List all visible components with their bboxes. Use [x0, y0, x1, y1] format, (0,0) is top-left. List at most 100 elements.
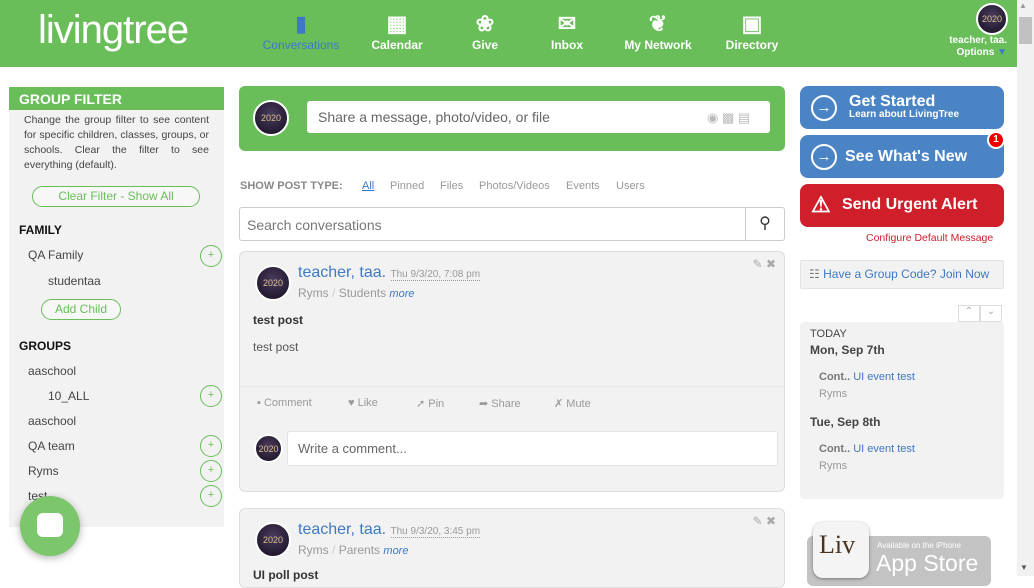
nav-label: Directory [725, 38, 779, 52]
top-nav-bar: livingtree ▮ Conversations ▦ Calendar ❀ Giv… [0, 0, 1017, 67]
post-card: 2020 teacher, taa. Thu 9/3/20, 7:08 pm R… [239, 251, 785, 492]
hierarchy-icon: ☷ [809, 267, 820, 281]
join-group-link[interactable]: ☷ Have a Group Code? Join Now [800, 260, 1004, 289]
add-button[interactable]: + [200, 460, 222, 482]
post-type-label: SHOW POST TYPE: [240, 180, 343, 192]
event-group: Ryms [819, 388, 848, 400]
event-day: Mon, Sep 7th [810, 343, 885, 357]
file-icon[interactable]: ▤ [738, 110, 750, 125]
search-button[interactable]: ⚲ [745, 207, 785, 241]
notification-badge: 1 [987, 131, 1005, 149]
user-menu[interactable]: teacher, taa. Options ▼ [949, 35, 1007, 59]
group-item[interactable]: aaschool [28, 414, 76, 428]
post-audience: Parents [338, 543, 381, 557]
group-item[interactable]: aaschool [28, 364, 76, 378]
action-label: Like [357, 397, 378, 409]
event-prefix: Cont.. [819, 443, 851, 455]
chat-launcher-button[interactable] [20, 496, 80, 556]
chat-icon: ▮ [294, 11, 308, 36]
comment-icon: ▪ [257, 397, 261, 409]
like-action[interactable]: ♥ Like [348, 397, 378, 409]
attach-icons[interactable]: ◉ ▩ ▤ [707, 110, 750, 126]
page-scrollbar[interactable]: ▲ ▼ [1017, 0, 1034, 576]
options-link[interactable]: Options [957, 47, 995, 58]
close-icon[interactable]: ✖ [766, 257, 776, 271]
today-label: TODAY [810, 328, 847, 340]
add-button[interactable]: + [200, 435, 222, 457]
chat-bubble-icon [37, 513, 63, 537]
share-input[interactable]: Share a message, photo/video, or file [307, 101, 770, 133]
livingtree-logo[interactable]: livingtree [38, 8, 189, 53]
nav-directory[interactable]: ▣ Directory [707, 10, 797, 52]
family-item[interactable]: QA Family [28, 248, 83, 262]
more-link[interactable]: more [389, 288, 414, 300]
liv-app-logo: Liv [813, 522, 869, 578]
calendar-up-button[interactable]: ⌃ [958, 305, 980, 322]
envelope-icon: ✉ [557, 11, 577, 36]
clear-filter-button[interactable]: Clear Filter - Show All [32, 186, 200, 207]
group-item[interactable]: QA team [28, 439, 75, 453]
group-item[interactable]: 10_ALL [48, 389, 89, 403]
mute-icon: ✗ [554, 398, 564, 410]
nav-my-network[interactable]: ❦ My Network [613, 10, 703, 52]
camera-icon[interactable]: ◉ [707, 110, 718, 125]
pin-action[interactable]: ➚ Pin [416, 397, 444, 410]
user-name: teacher, taa. [949, 35, 1007, 46]
nav-label: Give [471, 38, 498, 52]
share-action[interactable]: ➦ Share [479, 397, 521, 410]
nav-label: My Network [624, 38, 692, 52]
search-icon: ⚲ [759, 215, 771, 232]
edit-icon[interactable]: ✎ [753, 257, 763, 271]
scroll-down-icon[interactable]: ▼ [1020, 563, 1028, 572]
mute-action[interactable]: ✗ Mute [554, 397, 591, 410]
nav-give[interactable]: ❀ Give [440, 10, 530, 52]
app-store-badge[interactable]: Liv Available on the iPhone App Store [807, 522, 991, 586]
post-type-files[interactable]: Files [440, 180, 463, 192]
comment-action[interactable]: ▪ Comment [257, 397, 312, 409]
post-type-all[interactable]: All [362, 180, 374, 192]
post-type-users[interactable]: Users [616, 180, 645, 192]
nav-inbox[interactable]: ✉ Inbox [522, 10, 612, 52]
button-sublabel: Learn about LivingTree [849, 109, 960, 120]
nav-label: Inbox [551, 38, 583, 52]
edit-icon[interactable]: ✎ [753, 514, 763, 528]
author-name[interactable]: teacher, taa. [298, 264, 386, 281]
add-button[interactable]: + [200, 245, 222, 267]
comment-input[interactable]: Write a comment... [287, 431, 778, 466]
add-button[interactable]: + [200, 385, 222, 407]
post-type-photos[interactable]: Photos/Videos [479, 180, 550, 192]
more-link[interactable]: more [383, 545, 408, 557]
group-filter-description: Change the group filter to see content f… [24, 114, 209, 171]
video-icon[interactable]: ▩ [722, 110, 734, 125]
group-item[interactable]: Ryms [28, 464, 59, 478]
separator: / [332, 286, 336, 300]
add-button[interactable]: + [200, 485, 222, 507]
close-icon[interactable]: ✖ [766, 514, 776, 528]
see-whats-new-button[interactable]: → See What's New 1 [800, 131, 1005, 178]
pin-icon: ➚ [416, 398, 426, 410]
nav-conversations[interactable]: ▮ Conversations [256, 10, 346, 52]
author-name[interactable]: teacher, taa. [298, 521, 386, 538]
configure-default-message-link[interactable]: Configure Default Message [866, 232, 993, 244]
child-item[interactable]: studentaa [48, 274, 101, 288]
leaf-icon: ❦ [648, 11, 668, 36]
family-heading: FAMILY [19, 223, 62, 237]
arrow-right-icon: → [811, 95, 837, 121]
user-avatar[interactable]: 2020 [976, 3, 1008, 35]
add-child-button[interactable]: Add Child [41, 299, 121, 320]
nav-calendar[interactable]: ▦ Calendar [352, 10, 442, 52]
event-link[interactable]: UI event test [853, 443, 915, 455]
send-urgent-alert-button[interactable]: ⚠ Send Urgent Alert [800, 184, 1004, 227]
search-input[interactable]: Search conversations [239, 207, 746, 241]
scroll-up-icon[interactable]: ▲ [1019, 1, 1027, 10]
appstore-small-label: Available on the iPhone [877, 541, 961, 550]
calendar-down-button[interactable]: ⌄ [980, 305, 1002, 322]
post-type-pinned[interactable]: Pinned [390, 180, 424, 192]
share-icon: ➦ [479, 398, 489, 410]
event-link[interactable]: UI event test [853, 371, 915, 383]
post-group[interactable]: Ryms [298, 286, 329, 300]
get-started-button[interactable]: → Get Started Learn about LivingTree [800, 86, 1004, 129]
post-group[interactable]: Ryms [298, 543, 329, 557]
post-type-events[interactable]: Events [566, 180, 600, 192]
scrollbar-thumb[interactable] [1019, 17, 1032, 44]
